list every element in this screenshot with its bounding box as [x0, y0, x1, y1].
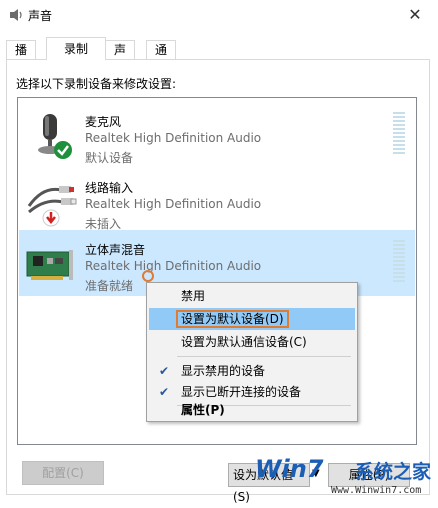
- menu-item-properties[interactable]: 属性(P): [149, 399, 355, 421]
- green-check-icon: [54, 141, 72, 159]
- device-driver: Realtek High Definition Audio: [85, 197, 262, 211]
- sound-card-icon: [25, 238, 77, 290]
- window-title: 声音: [28, 9, 53, 23]
- device-microphone[interactable]: 麦克风 Realtek High Definition Audio 默认设备: [19, 102, 415, 168]
- watermark-cn: 系统之家: [355, 461, 432, 483]
- device-driver: Realtek High Definition Audio: [85, 131, 262, 145]
- device-status: 准备就绪: [85, 279, 134, 293]
- menu-item-disable[interactable]: 禁用: [149, 285, 355, 307]
- title-bar: 声音 ✕: [0, 0, 438, 30]
- menu-item-set-default-device[interactable]: 设置为默认设备(D): [149, 308, 355, 330]
- tab-communications[interactable]: 通信: [146, 40, 177, 75]
- device-status: 默认设备: [85, 151, 134, 165]
- level-meter: [393, 240, 405, 284]
- watermark-url: Www.Winwin7.com: [331, 485, 422, 496]
- configure-button[interactable]: 配置(C): [22, 461, 104, 485]
- device-name: 立体声混音: [85, 243, 146, 257]
- level-meter: [393, 112, 405, 156]
- microphone-icon: [25, 110, 77, 162]
- watermark-logo: Win7: [255, 455, 324, 483]
- device-driver: Realtek High Definition Audio: [85, 259, 262, 273]
- watermark: Win7 系统之家 Www.Winwin7.com: [255, 455, 438, 500]
- device-line-in[interactable]: 线路输入 Realtek High Definition Audio 未插入: [19, 168, 415, 234]
- highlight-box: 设置为默认设备(D): [176, 310, 289, 328]
- device-name: 线路输入: [85, 181, 134, 195]
- speaker-icon: [8, 7, 24, 23]
- red-down-arrow-icon: [42, 209, 60, 227]
- check-icon: ✔: [159, 364, 170, 378]
- menu-separator: [177, 356, 351, 357]
- cursor-marker: [142, 270, 154, 282]
- context-menu: 禁用 设置为默认设备(D) 设置为默认通信设备(C) ✔ 显示禁用的设备 ✔ 显…: [146, 282, 358, 422]
- tab-sounds[interactable]: 声音: [105, 40, 136, 75]
- tab-recording[interactable]: 录制: [46, 37, 106, 60]
- device-name: 麦克风: [85, 115, 122, 129]
- menu-item-set-default-comm-device[interactable]: 设置为默认通信设备(C): [149, 331, 355, 353]
- menu-item-show-disabled[interactable]: ✔ 显示禁用的设备: [149, 360, 355, 382]
- close-button[interactable]: ✕: [392, 0, 438, 30]
- line-in-cable-icon: [25, 176, 77, 228]
- instruction-text: 选择以下录制设备来修改设置:: [16, 77, 177, 91]
- tab-playback[interactable]: 播放: [6, 40, 37, 75]
